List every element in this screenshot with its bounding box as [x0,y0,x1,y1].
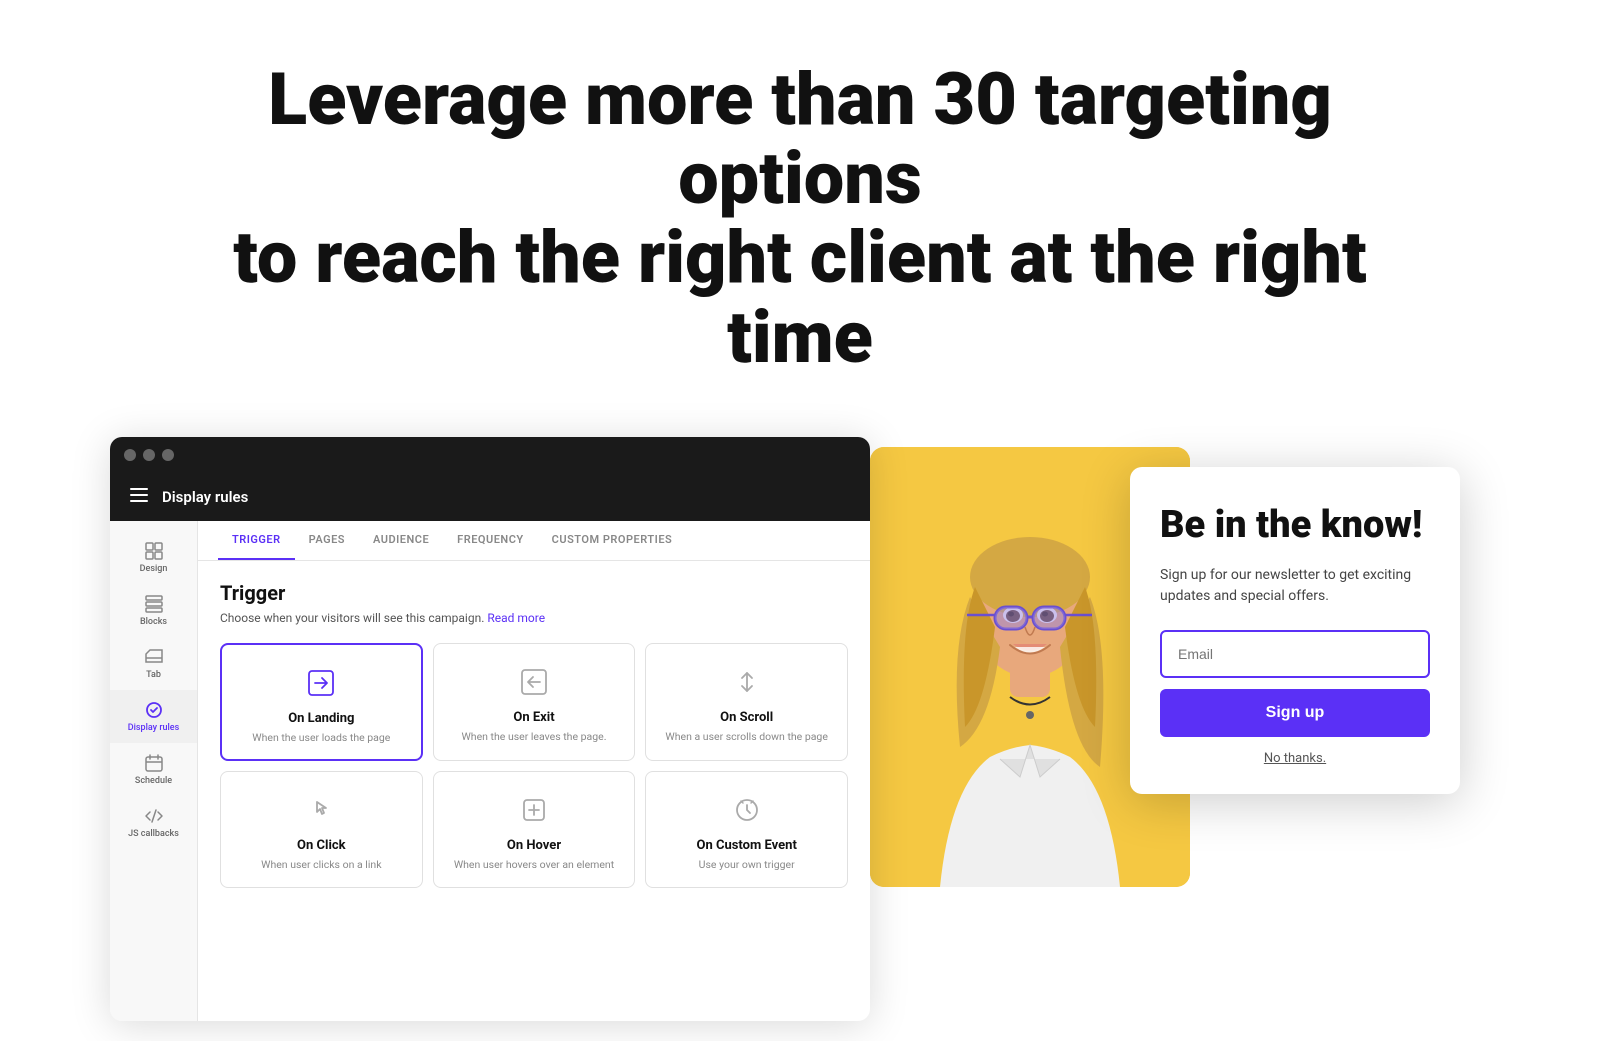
app-content: Trigger Choose when your visitors will s… [198,561,870,1021]
app-tabs: TRIGGER PAGES AUDIENCE FREQUENCY CUSTOM … [198,521,870,561]
browser-dot-red [124,449,136,461]
sidebar-label-schedule: Schedule [135,776,172,786]
on-scroll-title: On Scroll [720,710,773,725]
browser-dot-yellow [143,449,155,461]
on-scroll-desc: When a user scrolls down the page [665,730,827,745]
display-rules-icon [144,700,164,720]
main-content: Display rules Design [0,417,1600,1041]
sidebar-item-tab[interactable]: Tab [110,637,197,690]
trigger-title: Trigger [220,581,848,605]
browser-titlebar [110,437,870,473]
trigger-card-on-exit[interactable]: On Exit When the user leaves the page. [433,643,636,762]
sidebar-label-design: Design [140,564,168,574]
popup-headline: Be in the know! [1160,505,1430,547]
tab-custom-properties[interactable]: CUSTOM PROPERTIES [538,521,687,560]
blocks-icon [144,594,164,614]
on-custom-event-title: On Custom Event [696,838,796,853]
on-hover-title: On Hover [507,838,561,853]
sidebar-item-blocks[interactable]: Blocks [110,584,197,637]
on-landing-title: On Landing [288,711,354,726]
schedule-icon [144,753,164,773]
hero-title: Leverage more than 30 targeting options … [200,60,1400,377]
sidebar-label-blocks: Blocks [140,617,167,627]
on-hover-icon [516,792,552,828]
sidebar-item-design[interactable]: Design [110,531,197,584]
trigger-subtitle: Choose when your visitors will see this … [220,611,848,625]
browser-body: Design Blocks Tab [110,521,870,1021]
trigger-grid: On Landing When the user loads the page [220,643,848,888]
hero-section: Leverage more than 30 targeting options … [0,0,1600,417]
sidebar-item-schedule[interactable]: Schedule [110,743,197,796]
trigger-card-on-click[interactable]: On Click When user clicks on a link [220,771,423,888]
browser-dot-green [162,449,174,461]
on-hover-desc: When user hovers over an element [454,858,614,873]
sidebar-item-display-rules[interactable]: Display rules [110,690,197,743]
on-landing-icon [303,665,339,701]
sidebar-label-display-rules: Display rules [128,723,180,733]
browser-mockup: Display rules Design [110,437,870,1021]
read-more-link[interactable]: Read more [487,611,545,625]
on-exit-icon [516,664,552,700]
tab-audience[interactable]: AUDIENCE [359,521,443,560]
sidebar-label-js-callbacks: JS callbacks [128,829,179,839]
email-input[interactable] [1160,630,1430,678]
popup-form-card: Be in the know! Sign up for our newslett… [1130,467,1460,794]
app-main: TRIGGER PAGES AUDIENCE FREQUENCY CUSTOM … [198,521,870,1021]
tab-icon [144,647,164,667]
design-icon [144,541,164,561]
trigger-card-on-scroll[interactable]: On Scroll When a user scrolls down the p… [645,643,848,762]
no-thanks-link[interactable]: No thanks. [1160,751,1430,766]
popup-subtext: Sign up for our newsletter to get exciti… [1160,565,1430,608]
on-scroll-icon [729,664,765,700]
on-custom-event-icon [729,792,765,828]
app-header-title: Display rules [162,488,248,506]
trigger-card-on-custom-event[interactable]: On Custom Event Use your own trigger [645,771,848,888]
app-sidebar: Design Blocks Tab [110,521,198,1021]
trigger-card-on-landing[interactable]: On Landing When the user loads the page [220,643,423,762]
on-click-icon [303,792,339,828]
tab-pages[interactable]: PAGES [295,521,359,560]
on-click-title: On Click [297,838,346,853]
trigger-card-on-hover[interactable]: On Hover When user hovers over an elemen… [433,771,636,888]
sidebar-label-tab: Tab [146,670,161,680]
on-custom-event-desc: Use your own trigger [699,858,795,873]
popup-section: Be in the know! Sign up for our newslett… [870,447,1490,967]
tab-frequency[interactable]: FREQUENCY [443,521,538,560]
sidebar-item-js-callbacks[interactable]: JS callbacks [110,796,197,849]
code-icon [144,806,164,826]
on-exit-desc: When the user leaves the page. [461,730,606,745]
app-header-bar: Display rules [110,473,870,521]
on-click-desc: When user clicks on a link [261,858,381,873]
menu-icon [130,486,148,507]
on-landing-desc: When the user loads the page [252,731,390,746]
on-exit-title: On Exit [513,710,554,725]
tab-trigger[interactable]: TRIGGER [218,521,295,560]
signup-button[interactable]: Sign up [1160,689,1430,737]
